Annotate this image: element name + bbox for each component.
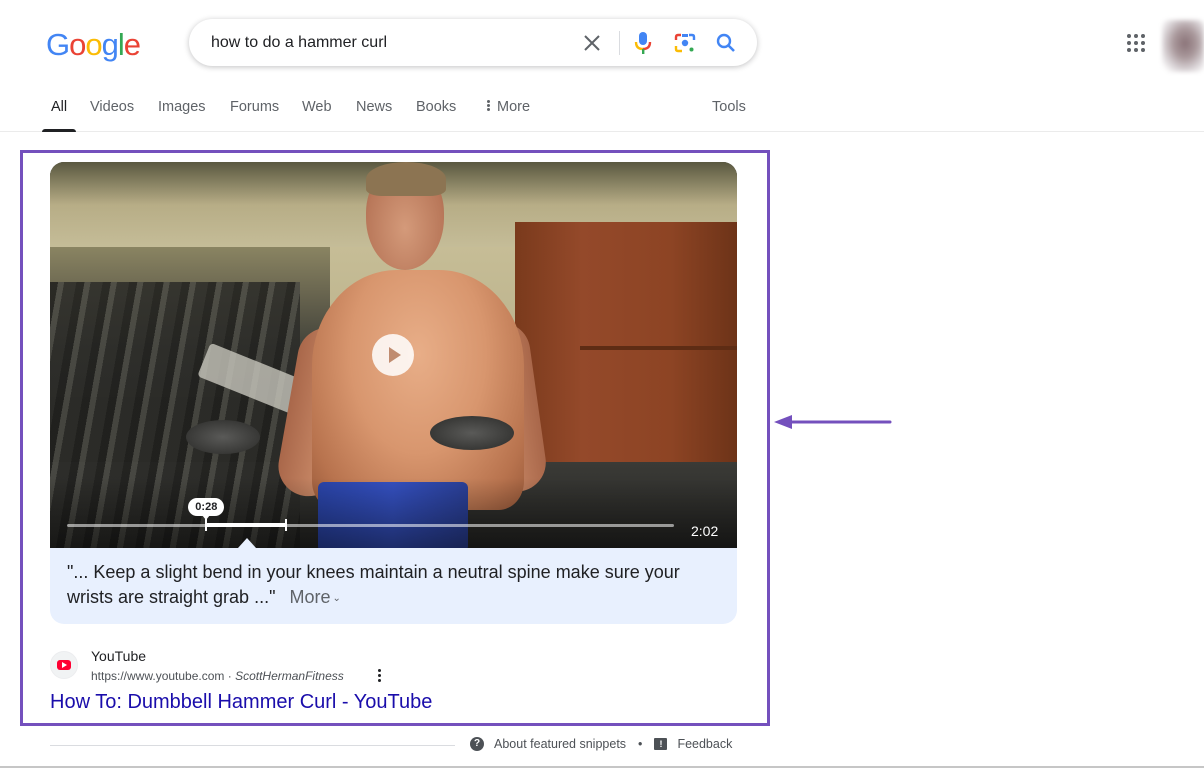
segment-start-marker — [205, 519, 208, 531]
logo-letter: G — [46, 27, 70, 62]
tab-videos[interactable]: Videos — [90, 99, 134, 132]
search-icon — [716, 33, 735, 52]
account-avatar[interactable] — [1162, 20, 1204, 72]
youtube-favicon[interactable] — [50, 651, 78, 679]
footer-separator: • — [638, 737, 643, 751]
footer-divider — [50, 745, 455, 746]
feedback-icon: ! — [654, 738, 668, 750]
url-separator: · — [224, 669, 236, 683]
logo-letter: g — [101, 27, 119, 62]
apps-grid-icon — [1127, 48, 1131, 52]
apps-grid-icon — [1134, 34, 1138, 38]
apps-grid-icon — [1134, 48, 1138, 52]
source-channel: ScottHermanFitness — [235, 669, 344, 683]
google-lens-icon — [674, 33, 696, 53]
youtube-icon — [57, 660, 71, 670]
search-divider — [619, 31, 620, 55]
source-url-line[interactable]: https://www.youtube.com · ScottHermanFit… — [91, 669, 344, 683]
arrow-left-icon — [774, 415, 892, 429]
more-vert-icon — [487, 99, 490, 112]
result-options-button[interactable] — [374, 668, 384, 686]
apps-grid-icon — [1141, 34, 1145, 38]
transcript-more-button[interactable]: More ⌄ — [289, 587, 340, 607]
apps-grid-icon — [1134, 41, 1138, 45]
tab-images[interactable]: Images — [158, 99, 206, 132]
apps-grid-icon — [1127, 34, 1131, 38]
tab-books[interactable]: Books — [416, 99, 456, 132]
tab-more[interactable]: More — [487, 99, 530, 132]
tab-more-label: More — [497, 99, 531, 115]
video-player[interactable]: 0:28 2:02 — [50, 162, 737, 548]
video-duration: 2:02 — [691, 523, 719, 539]
google-lens-button[interactable] — [669, 27, 701, 59]
about-featured-snippets-link[interactable]: About featured snippets — [494, 737, 626, 751]
microphone-icon — [634, 32, 652, 54]
tab-tools[interactable]: Tools — [712, 99, 746, 132]
current-time-bubble: 0:28 — [188, 498, 225, 520]
result-title-link[interactable]: How To: Dumbbell Hammer Curl - YouTube — [50, 691, 432, 714]
video-progress-bar[interactable] — [67, 519, 674, 531]
source-url: https://www.youtube.com — [91, 669, 225, 683]
transcript-pointer — [238, 538, 256, 548]
feedback-link[interactable]: Feedback — [677, 737, 732, 751]
search-submit-button[interactable] — [710, 27, 742, 59]
segment-end-marker — [284, 519, 287, 531]
chevron-down-icon: ⌄ — [332, 593, 341, 604]
google-search-results-page: Google how to do a hammer curl All Video… — [0, 0, 1204, 768]
google-apps-button[interactable] — [1122, 29, 1150, 57]
tab-web[interactable]: Web — [302, 99, 332, 132]
voice-search-button[interactable] — [627, 27, 659, 59]
video-transcript: "... Keep a slight bend in your knees ma… — [50, 548, 737, 624]
tab-forums[interactable]: Forums — [230, 99, 279, 132]
help-icon: ? — [470, 737, 484, 751]
apps-grid-icon — [1141, 48, 1145, 52]
apps-grid-icon — [1127, 41, 1131, 45]
tab-news[interactable]: News — [356, 99, 392, 132]
search-input[interactable] — [211, 19, 571, 66]
search-tabs: All Videos Images Forums Web News Books … — [0, 90, 1204, 132]
source-site-name[interactable]: YouTube — [91, 648, 146, 664]
google-logo[interactable]: Google — [46, 27, 141, 63]
key-moment-segment[interactable] — [206, 523, 286, 527]
snippet-footer: ? About featured snippets • ! Feedback — [470, 737, 732, 751]
logo-letter: o — [85, 27, 102, 62]
more-label: More — [289, 587, 331, 607]
more-vert-icon — [377, 669, 381, 672]
close-icon — [584, 35, 600, 51]
logo-letter: e — [123, 27, 141, 62]
tab-all[interactable]: All — [41, 99, 77, 132]
play-button[interactable] — [372, 334, 414, 376]
clear-search-button[interactable] — [576, 27, 608, 59]
apps-grid-icon — [1141, 41, 1145, 45]
logo-letter: o — [69, 27, 86, 62]
transcript-text: "... Keep a slight bend in your knees ma… — [67, 562, 680, 607]
search-box — [189, 19, 757, 66]
